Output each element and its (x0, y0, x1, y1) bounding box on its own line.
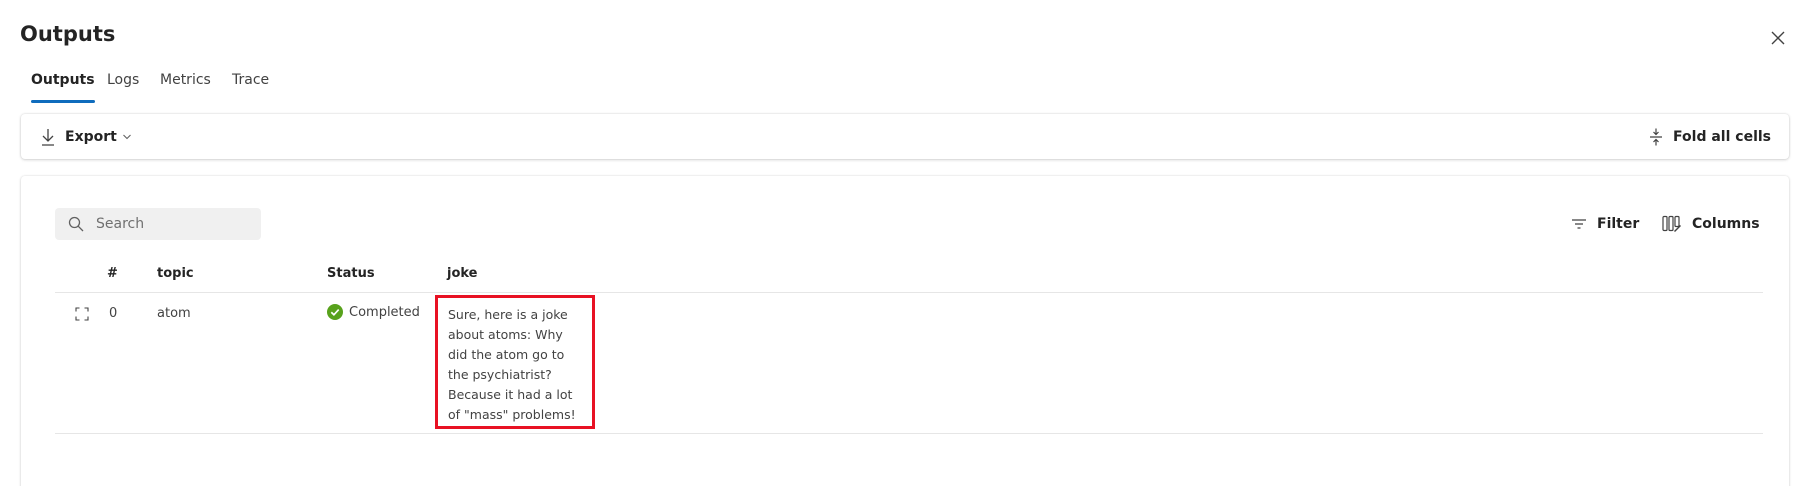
tab-trace-label: Trace (232, 72, 270, 88)
filter-icon (1572, 219, 1586, 229)
download-icon (42, 128, 54, 146)
outputs-panel: Outputs Outputs Logs Metrics Trace Expor… (0, 0, 1810, 486)
column-header-status[interactable]: Status (327, 256, 375, 292)
export-button[interactable]: Export (41, 114, 132, 159)
export-label: Export (65, 128, 117, 145)
check-circle-icon (327, 304, 343, 320)
tab-metrics[interactable]: Metrics (160, 72, 211, 106)
joke-cell-highlighted[interactable]: Sure, here is a joke about atoms: Why di… (435, 295, 595, 429)
chevron-down-icon (122, 134, 131, 139)
columns-button[interactable]: Columns (1662, 208, 1760, 240)
columns-icon (1662, 215, 1681, 232)
tab-trace[interactable]: Trace (232, 72, 269, 106)
tab-logs[interactable]: Logs (107, 72, 139, 106)
filter-label: Filter (1597, 216, 1640, 232)
toolbar: Export Fold all cells (21, 114, 1789, 159)
expand-row-icon[interactable] (75, 307, 89, 321)
column-header-topic[interactable]: topic (157, 256, 194, 292)
table-header: # topic Status joke (55, 256, 1763, 293)
row-status: Completed (327, 304, 420, 320)
close-icon (1771, 31, 1785, 45)
search-box[interactable] (55, 208, 261, 240)
row-joke: Sure, here is a joke about atoms: Why di… (448, 307, 576, 422)
fold-all-cells-label: Fold all cells (1673, 128, 1771, 145)
results-panel: Filter Columns # topic Status joke (21, 176, 1789, 486)
column-header-index[interactable]: # (107, 256, 118, 292)
row-index: 0 (109, 306, 118, 321)
tab-metrics-label: Metrics (160, 72, 211, 88)
close-button[interactable] (1764, 24, 1792, 52)
table-row[interactable]: 0 atom Completed Sure, here is a joke ab… (55, 293, 1763, 434)
status-label: Completed (349, 304, 420, 320)
panel-title: Outputs (20, 22, 116, 46)
row-topic: atom (157, 306, 191, 321)
results-table: # topic Status joke 0 atom Completed Sur… (55, 256, 1763, 434)
search-icon (68, 216, 84, 232)
active-tab-indicator (31, 100, 95, 103)
fold-cells-icon (1650, 128, 1663, 145)
columns-label: Columns (1692, 216, 1760, 232)
search-input[interactable] (94, 215, 258, 233)
filter-button[interactable]: Filter (1571, 208, 1639, 240)
tab-logs-label: Logs (107, 72, 140, 88)
tab-outputs-label: Outputs (31, 72, 95, 88)
tab-outputs[interactable]: Outputs (31, 72, 95, 106)
column-header-joke[interactable]: joke (447, 256, 478, 292)
fold-all-cells-button[interactable]: Fold all cells (1649, 114, 1771, 159)
